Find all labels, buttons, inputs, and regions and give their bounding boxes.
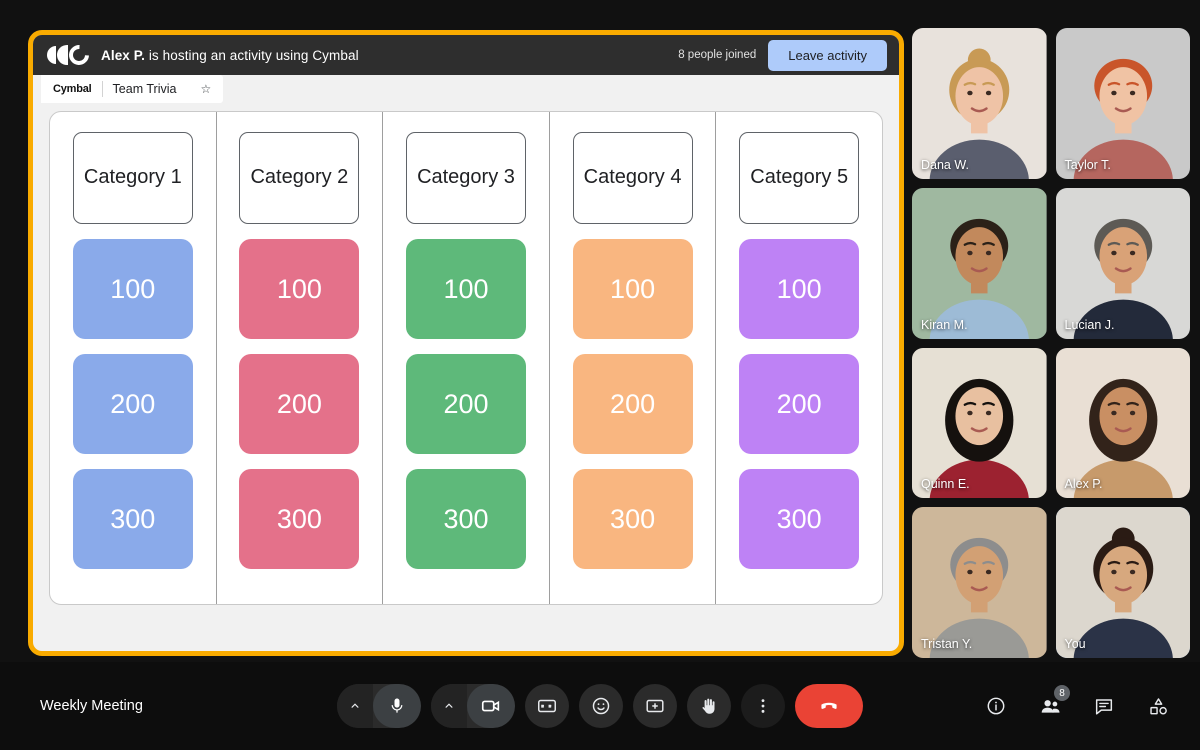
activity-title: Team Trivia [112, 82, 177, 96]
board-column: Category 3 100 200 300 [383, 112, 550, 604]
secondary-controls: 8 [976, 685, 1178, 726]
score-tile[interactable]: 100 [739, 239, 860, 339]
score-tile[interactable]: 300 [405, 469, 526, 569]
more-options-button[interactable] [741, 684, 785, 728]
cymbal-wordmark: Cymbal [53, 83, 92, 95]
activity-tab-chip[interactable]: Cymbal Team Trivia ☆ [41, 75, 224, 103]
participant-tile[interactable]: Quinn E. [912, 347, 1047, 499]
chip-divider [101, 81, 103, 97]
microphone-options-chevron-icon[interactable] [337, 684, 373, 728]
participant-video [912, 187, 1047, 339]
participant-tile[interactable]: Taylor T. [1055, 28, 1190, 179]
participant-name: Dana W. [921, 157, 969, 172]
participant-video [912, 28, 1047, 179]
participant-video [912, 347, 1047, 499]
camera-options-chevron-icon[interactable] [431, 684, 467, 728]
participant-name: Quinn E. [921, 477, 970, 492]
cymbal-logo-icon [47, 40, 94, 70]
host-suffix: is hosting an activity using Cymbal [144, 47, 359, 63]
score-tile[interactable]: 200 [239, 354, 360, 454]
chat-icon [1093, 695, 1115, 717]
leave-activity-button[interactable]: Leave activity [768, 39, 887, 71]
activities-shapes-icon [1147, 695, 1170, 718]
score-tile[interactable]: 200 [72, 354, 193, 454]
raise-hand-button[interactable] [687, 684, 731, 728]
host-name: Alex P. [101, 47, 145, 63]
participant-grid: Dana W. Taylor T. Kiran M. Lucian J. Quinn E… [912, 28, 1190, 658]
score-tile[interactable]: 100 [572, 239, 693, 339]
activity-host-label: Alex P. is hosting an activity using Cym… [101, 48, 359, 63]
meeting-details-button[interactable] [976, 686, 1016, 726]
info-icon [985, 695, 1007, 717]
star-icon[interactable]: ☆ [200, 82, 211, 96]
participant-video [1055, 347, 1190, 499]
participant-tile[interactable]: Dana W. [912, 28, 1047, 179]
board-column: Category 1 100 200 300 [50, 112, 217, 604]
category-card[interactable]: Category 1 [72, 132, 193, 224]
participant-count-badge: 8 [1054, 685, 1070, 701]
camera-toggle[interactable] [431, 684, 515, 728]
participant-video [1055, 187, 1190, 339]
joined-count-label: 8 people joined [678, 49, 757, 61]
meet-window: Alex P. is hosting an activity using Cym… [0, 0, 1200, 750]
score-tile[interactable]: 300 [739, 469, 860, 569]
reactions-button[interactable] [579, 684, 623, 728]
category-card[interactable]: Category 4 [572, 132, 693, 224]
score-tile[interactable]: 300 [72, 469, 193, 569]
participant-tile[interactable]: Tristan Y. [912, 507, 1047, 658]
activity-panel: Alex P. is hosting an activity using Cym… [28, 30, 904, 656]
meeting-name-label: Weekly Meeting [40, 698, 143, 714]
participant-tile[interactable]: Lucian J. [1055, 187, 1190, 339]
activity-header: Alex P. is hosting an activity using Cym… [33, 35, 899, 75]
participant-name: Lucian J. [1064, 317, 1115, 332]
score-tile[interactable]: 100 [239, 239, 360, 339]
score-tile[interactable]: 100 [72, 239, 193, 339]
microphone-icon[interactable] [373, 684, 421, 728]
meeting-toolbar: Weekly Meeting 8 [0, 662, 1200, 750]
score-tile[interactable]: 200 [405, 354, 526, 454]
score-tile[interactable]: 100 [405, 239, 526, 339]
category-card[interactable]: Category 2 [239, 132, 360, 224]
participant-video [1055, 507, 1190, 658]
category-card[interactable]: Category 3 [405, 132, 526, 224]
present-screen-button[interactable] [633, 684, 677, 728]
activities-panel-button[interactable] [1138, 686, 1178, 726]
score-tile[interactable]: 300 [239, 469, 360, 569]
participant-name: Kiran M. [921, 317, 968, 332]
score-tile[interactable]: 300 [572, 469, 693, 569]
board-column: Category 2 100 200 300 [217, 112, 384, 604]
microphone-toggle[interactable] [337, 684, 421, 728]
participant-name: Alex P. [1064, 477, 1103, 492]
participant-name: You [1064, 637, 1086, 651]
activity-header-actions: 8 people joined Leave activity [678, 39, 887, 71]
participant-name: Tristan Y. [921, 637, 973, 651]
score-tile[interactable]: 200 [572, 354, 693, 454]
participant-tile[interactable]: Kiran M. [912, 187, 1047, 339]
category-card[interactable]: Category 5 [739, 132, 860, 224]
people-panel-button[interactable]: 8 [1030, 685, 1070, 726]
end-call-button[interactable] [795, 684, 863, 728]
video-camera-icon[interactable] [467, 684, 515, 728]
board-column: Category 5 100 200 300 [716, 112, 882, 604]
score-tile[interactable]: 200 [739, 354, 860, 454]
participant-tile[interactable]: Alex P. [1055, 347, 1190, 499]
trivia-board: Category 1 100 200 300 Category 2 100 200 300 Ca… [49, 111, 883, 605]
captions-toggle[interactable] [525, 684, 569, 728]
activity-subbar: Cymbal Team Trivia ☆ [33, 75, 899, 105]
participant-video [912, 507, 1047, 658]
primary-controls [337, 684, 863, 728]
chat-panel-button[interactable] [1084, 686, 1124, 726]
participant-name: Taylor T. [1064, 157, 1111, 172]
participant-tile[interactable]: You [1055, 507, 1190, 658]
board-column: Category 4 100 200 300 [550, 112, 717, 604]
participant-video [1055, 28, 1190, 179]
